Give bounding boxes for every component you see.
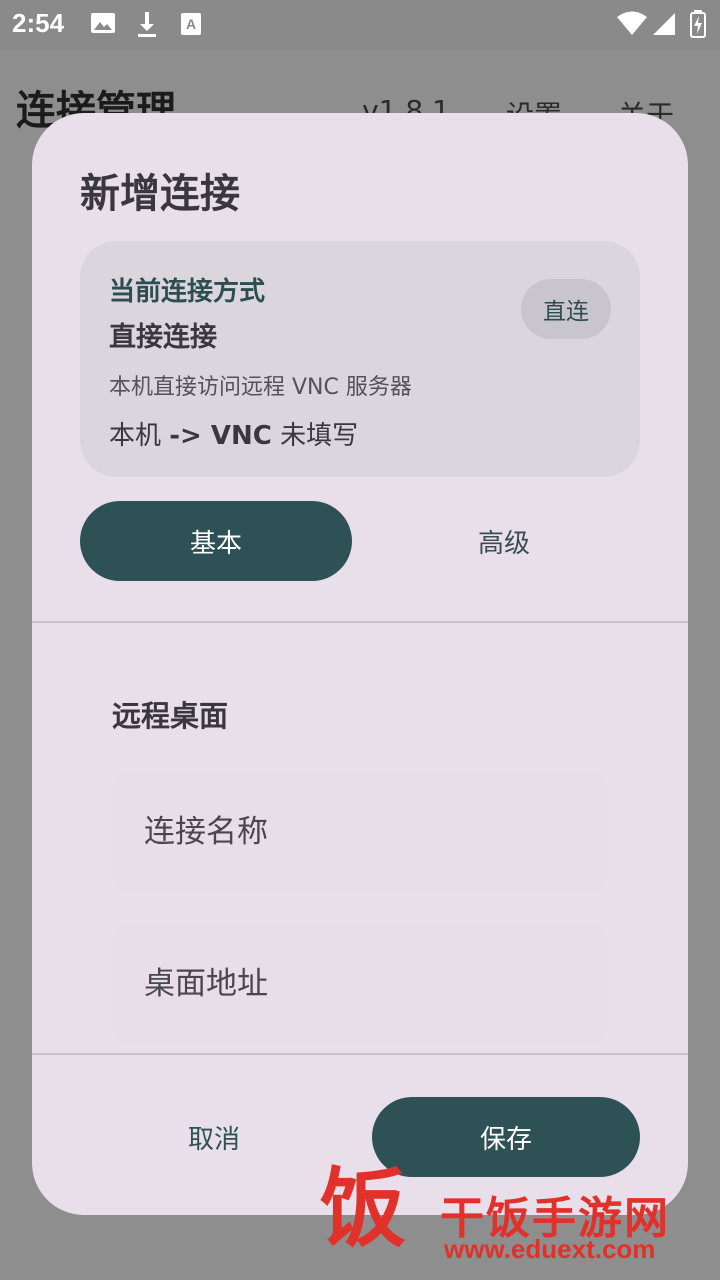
tab-advanced[interactable]: 高级 (368, 501, 640, 581)
watermark-logo: 饭 (320, 1159, 406, 1259)
svg-text:A: A (186, 16, 196, 32)
route-prefix: 本机 (109, 421, 170, 451)
connection-description: 本机直接访问远程 VNC 服务器 (109, 375, 412, 400)
font-icon: A (180, 12, 202, 40)
direct-mode-chip[interactable]: 直连 (521, 279, 611, 339)
divider-bottom (32, 1053, 688, 1055)
divider-top (32, 621, 688, 623)
wifi-icon (616, 10, 648, 40)
dialog-title: 新增连接 (80, 171, 240, 217)
signal-icon (652, 12, 676, 40)
desktop-address-field[interactable] (112, 925, 608, 1043)
connection-route: 本机 -> VNC 未填写 (109, 415, 358, 452)
watermark: 饭 干饭手游网 www.eduext.com (320, 1166, 720, 1280)
battery-charging-icon (690, 10, 706, 42)
tab-basic[interactable]: 基本 (80, 501, 352, 581)
connection-mode-card: 当前连接方式 直接连接 本机直接访问远程 VNC 服务器 本机 -> VNC 未… (80, 241, 640, 477)
new-connection-dialog: 新增连接 当前连接方式 直接连接 本机直接访问远程 VNC 服务器 本机 -> … (32, 113, 688, 1215)
route-mid: -> VNC (169, 421, 272, 451)
download-icon (136, 12, 158, 42)
cancel-button[interactable]: 取消 (80, 1097, 348, 1177)
status-time: 2:54 (12, 8, 65, 38)
route-suffix: 未填写 (271, 421, 359, 451)
connection-name-input[interactable] (112, 773, 608, 891)
connection-name-field[interactable] (112, 773, 608, 891)
save-button[interactable]: 保存 (372, 1097, 640, 1177)
card-heading: 当前连接方式 (109, 277, 266, 307)
status-bar: 2:54 A (0, 0, 720, 50)
connection-mode: 直接连接 (109, 322, 217, 353)
image-icon (90, 12, 116, 38)
section-title: 远程桌面 (112, 699, 229, 733)
watermark-url: www.eduext.com (444, 1234, 656, 1264)
desktop-address-input[interactable] (112, 925, 608, 1043)
